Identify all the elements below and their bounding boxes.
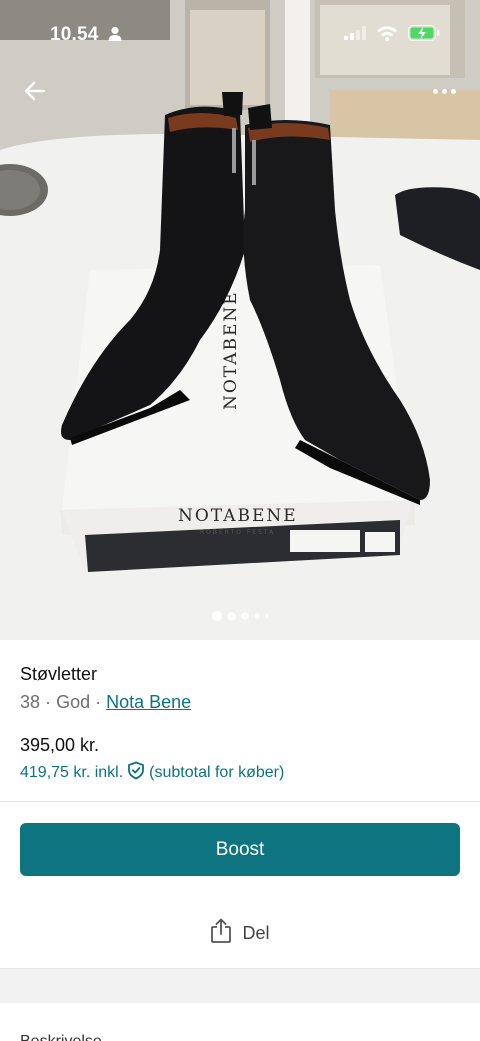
boost-button[interactable]: Boost <box>20 823 460 876</box>
more-options-button[interactable] <box>426 76 462 106</box>
item-title: Støvletter <box>20 664 98 684</box>
status-bar: 10.54 <box>0 0 480 70</box>
person-icon <box>108 26 122 47</box>
pagination-dot[interactable] <box>253 613 260 619</box>
photo-pagination[interactable] <box>0 611 480 621</box>
description-heading: Beskrivelse <box>20 1032 102 1041</box>
arrow-left-icon <box>24 81 46 101</box>
wifi-icon <box>376 25 398 46</box>
pagination-dot[interactable] <box>264 614 269 618</box>
more-dot-icon <box>432 88 438 94</box>
svg-text:NOTABENE: NOTABENE <box>178 506 298 526</box>
status-time: 10.54 <box>50 24 99 45</box>
more-dot-icon <box>441 88 447 94</box>
total-note: (subtotal for køber) <box>149 764 285 781</box>
item-price: 395,00 kr. <box>20 735 100 755</box>
status-icons <box>344 25 440 46</box>
more-dot-icon <box>450 88 456 94</box>
shield-check-icon <box>127 761 145 785</box>
item-size: 38 <box>20 692 41 712</box>
pagination-dot[interactable] <box>226 611 236 621</box>
section-separator <box>0 968 480 1003</box>
back-button[interactable] <box>18 74 52 108</box>
photo-boots-on-box: NOTABENE ROBERTO FESTA NOTABENE <box>0 0 480 640</box>
item-info: Støvletter 38 · God · Nota Bene <box>20 662 460 714</box>
battery-charging-icon <box>408 25 440 46</box>
signal-icon <box>344 26 366 45</box>
item-photo[interactable]: NOTABENE ROBERTO FESTA NOTABENE 10.54 <box>0 0 480 640</box>
share-button[interactable]: Del <box>0 913 480 953</box>
svg-text:ROBERTO FESTA: ROBERTO FESTA <box>200 529 275 536</box>
pagination-dot[interactable] <box>211 611 222 621</box>
item-condition: God <box>56 692 91 712</box>
brand-link[interactable]: Nota Bene <box>106 692 191 712</box>
buyer-total-link[interactable]: 419,75 kr. inkl. (subtotal for køber) <box>20 761 284 785</box>
meta-separator: · <box>95 692 102 712</box>
item-meta: 38 · God · Nota Bene <box>20 690 460 714</box>
divider <box>0 801 480 802</box>
svg-text:NOTABENE: NOTABENE <box>221 290 241 410</box>
meta-separator: · <box>45 692 52 712</box>
share-label: Del <box>242 922 270 943</box>
share-icon <box>210 918 232 949</box>
pagination-dot[interactable] <box>240 612 249 620</box>
total-price: 419,75 kr. inkl. <box>20 764 124 781</box>
